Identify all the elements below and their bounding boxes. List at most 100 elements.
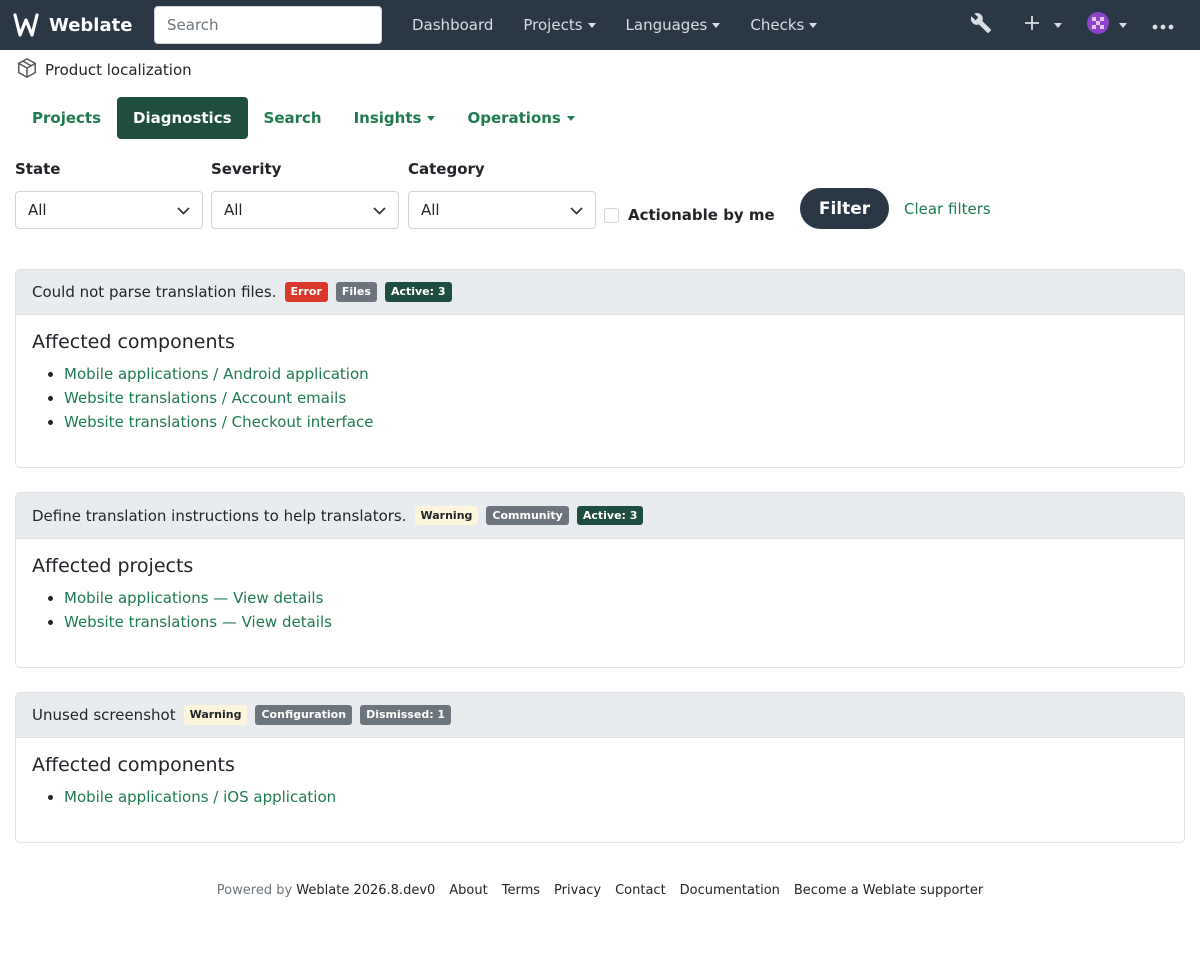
affected-list: Mobile applications / Android applicatio… [64,362,1168,434]
weblate-logo-icon [12,12,40,38]
diagnostic-card: Unused screenshot Warning Configuration … [15,692,1185,843]
diagnostic-card: Define translation instructions to help … [15,492,1185,668]
caret-down-icon [1054,22,1062,28]
nav-checks-dropdown[interactable]: Checks [735,0,832,50]
package-icon [16,57,38,83]
top-navbar: Weblate Dashboard Projects Languages Che… [0,0,1200,50]
caret-down-icon [427,115,436,121]
nav-languages-label: Languages [625,16,708,34]
tab-operations[interactable]: Operations [451,97,590,139]
user-menu-button[interactable] [1087,0,1127,50]
actionable-label: Actionable by me [628,206,775,224]
list-item: Website translations / Checkout interfac… [64,410,1168,434]
caret-down-icon [1119,22,1127,28]
more-horizontal-icon [1152,16,1174,34]
severity-select[interactable]: All [211,191,399,229]
chevron-down-icon [177,201,190,219]
version-link[interactable]: Weblate 2026.8.dev0 [296,883,435,898]
tab-insights[interactable]: Insights [338,97,452,139]
powered-by-label: Powered by [216,883,293,898]
category-label: Category [408,160,485,178]
card-body: Affected components Mobile applications … [16,738,1184,809]
caret-down-icon [712,22,721,28]
section-title: Affected components [32,331,235,353]
actionable-filter: Actionable by me [604,206,775,224]
brand-name: Weblate [49,14,133,36]
nav-projects-dropdown[interactable]: Projects [508,0,610,50]
affected-list: Mobile applications / iOS application [64,785,1168,809]
card-title: Could not parse translation files. [32,283,277,301]
page-footer: Powered by Weblate 2026.8.dev0 About Ter… [0,883,1200,898]
tab-projects[interactable]: Projects [16,97,117,139]
wrench-button[interactable] [970,0,992,50]
actionable-checkbox[interactable] [604,207,619,223]
state-badge: Dismissed: 1 [360,705,452,725]
component-link[interactable]: Mobile applications / iOS application [64,788,336,806]
category-badge: Configuration [255,705,353,725]
category-badge: Files [335,282,377,302]
component-link[interactable]: Website translations / Account emails [64,389,346,407]
tab-search[interactable]: Search [248,97,338,139]
more-menu-button[interactable] [1152,0,1174,50]
nav-languages-dropdown[interactable]: Languages [611,0,736,50]
footer-contact-link[interactable]: Contact [615,883,666,898]
category-filter: Category All [408,160,596,229]
footer-documentation-link[interactable]: Documentation [680,883,780,898]
category-select[interactable]: All [408,191,596,229]
caret-down-icon [566,115,575,121]
footer-about-link[interactable]: About [449,883,487,898]
tab-search-label: Search [263,109,322,127]
brand-logo-link[interactable]: Weblate [12,12,132,38]
footer-privacy-link[interactable]: Privacy [554,883,601,898]
category-select-value: All [421,201,440,219]
card-body: Affected projects Mobile applications — … [16,539,1184,634]
nav-dashboard[interactable]: Dashboard [397,0,508,50]
tab-diagnostics[interactable]: Diagnostics [117,97,248,139]
breadcrumb-project-link[interactable]: Product localization [45,61,192,79]
add-menu-button[interactable] [1024,0,1062,50]
caret-down-icon [809,22,818,28]
diagnostic-card: Could not parse translation files. Error… [15,269,1185,468]
state-select[interactable]: All [15,191,203,229]
footer-supporter-link[interactable]: Become a Weblate supporter [794,883,983,898]
severity-badge: Error [284,282,328,302]
filter-button[interactable]: Filter [800,188,889,229]
tab-insights-label: Insights [353,109,422,127]
component-link[interactable]: Mobile applications / Android applicatio… [64,365,369,383]
component-link[interactable]: Website translations / Checkout interfac… [64,413,373,431]
section-title: Affected projects [32,555,194,577]
plus-icon [1024,15,1040,35]
list-item: Website translations — View details [64,610,1168,634]
caret-down-icon [587,22,596,28]
card-header: Define translation instructions to help … [16,493,1184,539]
state-badge: Active: 3 [576,505,644,526]
nav-checks-label: Checks [750,16,805,34]
severity-badge: Warning [183,705,248,725]
section-title: Affected components [32,754,235,776]
chevron-down-icon [373,201,386,219]
state-label: State [15,160,61,178]
project-link[interactable]: Mobile applications [64,589,209,607]
severity-badge: Warning [414,505,479,526]
list-item: Mobile applications / iOS application [64,785,1168,809]
card-body: Affected components Mobile applications … [16,315,1184,434]
clear-filters-link[interactable]: Clear filters [904,200,991,218]
list-item: Website translations / Account emails [64,386,1168,410]
view-details-link[interactable]: View details [233,589,323,607]
search-input[interactable] [154,6,382,44]
wrench-icon [970,12,992,38]
project-tabs: Projects Diagnostics Search Insights Ope… [16,97,591,139]
state-filter: State All [15,160,203,229]
severity-select-value: All [224,201,243,219]
footer-terms-link[interactable]: Terms [502,883,540,898]
view-details-link[interactable]: View details [242,613,332,631]
severity-filter: Severity All [211,160,399,229]
list-item: Mobile applications — View details [64,586,1168,610]
project-link[interactable]: Website translations [64,613,217,631]
state-badge: Active: 3 [384,282,452,302]
tab-operations-label: Operations [467,109,561,127]
tab-diagnostics-label: Diagnostics [133,109,232,127]
card-header: Unused screenshot Warning Configuration … [16,693,1184,738]
tab-projects-label: Projects [32,109,102,127]
separator: — [217,613,242,631]
